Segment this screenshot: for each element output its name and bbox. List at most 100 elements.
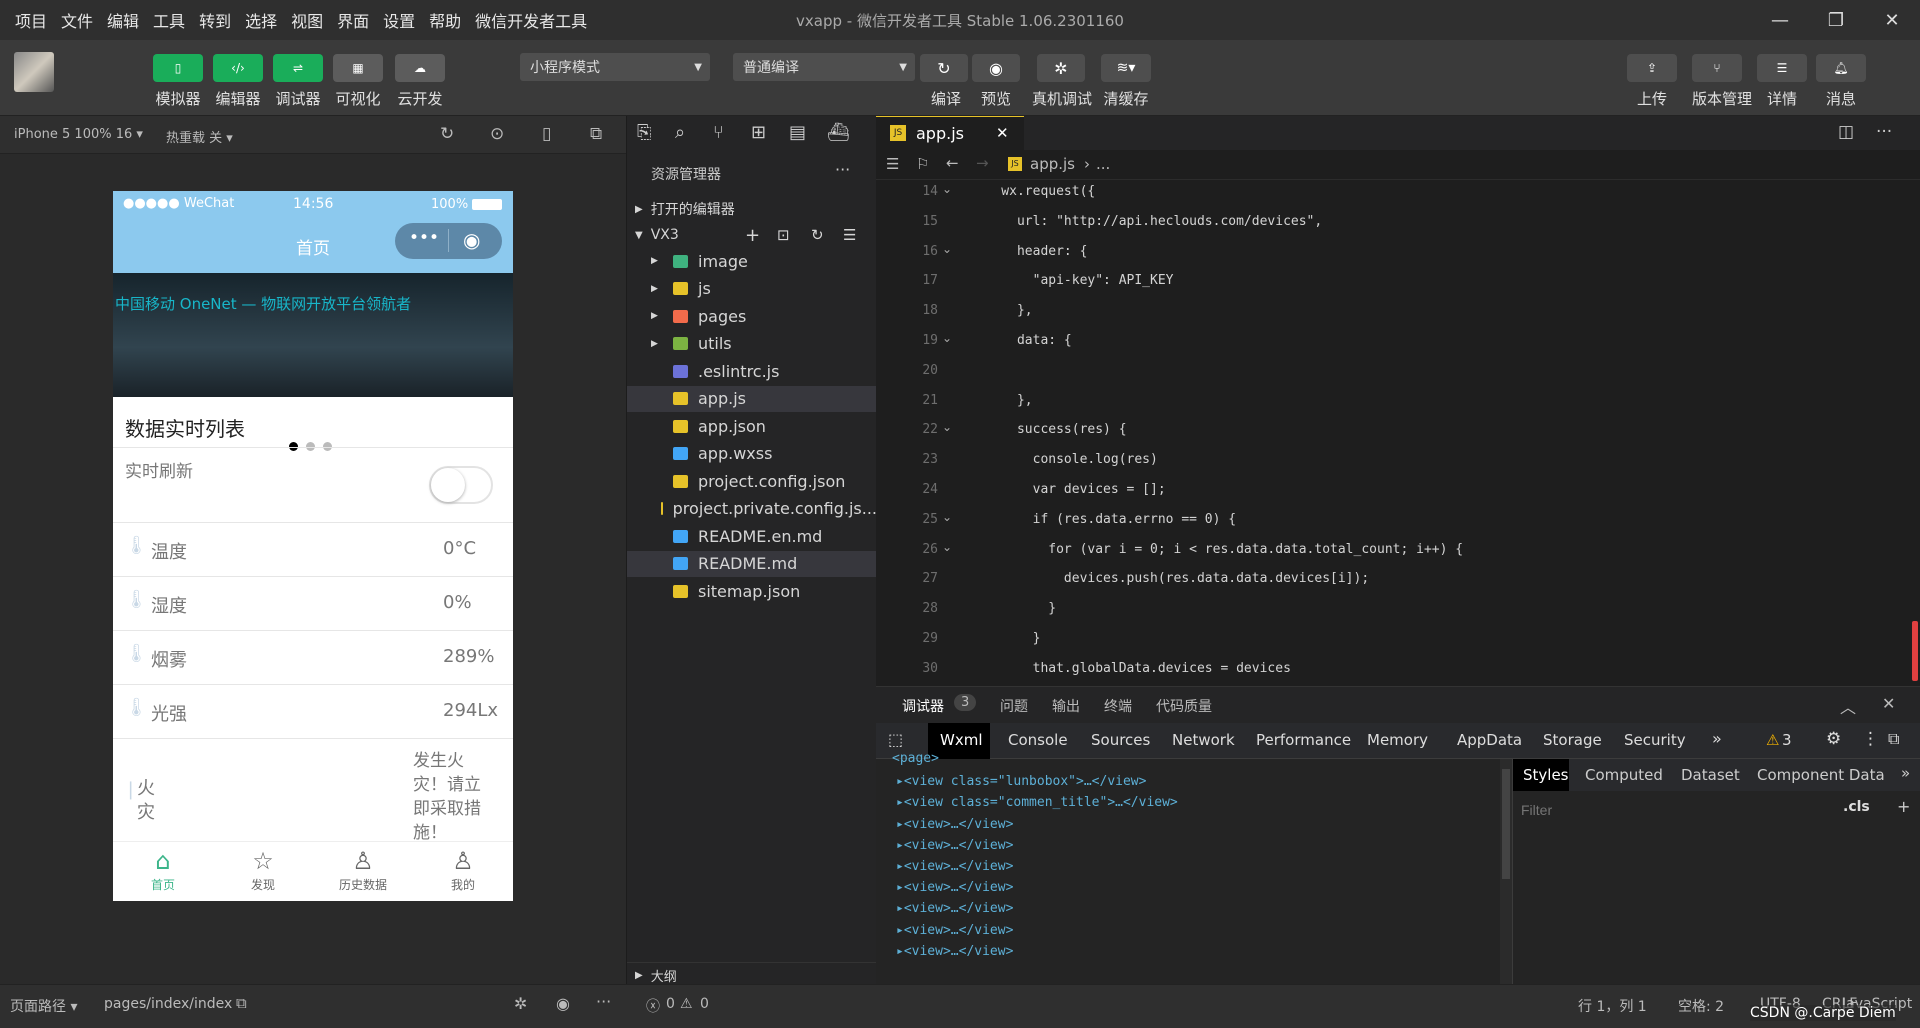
code-area[interactable]: 14 ⌄ wx.request({15 url: "http://api.hecl… xyxy=(876,180,1920,686)
cls-toggle[interactable]: .cls xyxy=(1843,799,1870,815)
collapse-panel-icon[interactable]: ︿ xyxy=(1840,694,1856,718)
folder-item[interactable]: ▶ image xyxy=(627,248,877,274)
forward-icon[interactable]: → xyxy=(976,154,989,172)
minimize-button[interactable]: — xyxy=(1752,0,1808,40)
folder-item[interactable]: ▶ pages xyxy=(627,303,877,329)
debugger-toggle-button[interactable]: ⇌ xyxy=(273,54,323,82)
wxml-scrollbar[interactable] xyxy=(1500,759,1512,985)
visual-toggle-button[interactable]: ▦ xyxy=(333,54,383,82)
wxml-node[interactable]: ▸<view>…</view> xyxy=(896,944,1013,959)
file-item[interactable]: README.en.md xyxy=(627,523,877,549)
wxml-node[interactable]: ▸<view>…</view> xyxy=(896,901,1013,916)
eye-icon[interactable]: ◉ xyxy=(556,994,570,1013)
code-line[interactable]: header: { xyxy=(970,244,1087,259)
close-panel-icon[interactable]: ✕ xyxy=(1882,694,1895,713)
compile-select[interactable]: 普通编译 ▼ xyxy=(733,53,915,81)
breadcrumb-rest[interactable]: ... xyxy=(1096,155,1110,173)
bug-icon[interactable]: ✲ xyxy=(514,994,527,1013)
fold-icon[interactable]: ⌄ xyxy=(942,510,952,524)
tab-history[interactable]: ♙ 历史数据 xyxy=(313,846,413,893)
code-line[interactable]: var devices = []; xyxy=(970,482,1166,497)
code-line[interactable]: console.log(res) xyxy=(970,452,1158,467)
file-item[interactable]: README.md xyxy=(627,550,877,577)
back-icon[interactable]: ← xyxy=(946,154,959,172)
avatar[interactable] xyxy=(14,52,54,92)
code-line[interactable]: success(res) { xyxy=(970,422,1127,437)
hot-reload-select[interactable]: 热重载 关 ▾ xyxy=(166,127,233,146)
docker-icon[interactable]: ⛴︎ xyxy=(827,122,850,143)
tab-home[interactable]: ⌂ 首页 xyxy=(113,846,213,893)
file-item[interactable]: sitemap.json xyxy=(627,578,877,604)
compile-button[interactable]: ↻ xyxy=(920,54,968,82)
wxml-node[interactable]: ▸<view>…</view> xyxy=(896,817,1013,832)
close-tab-icon[interactable]: ✕ xyxy=(996,124,1009,142)
swiper-banner[interactable]: 中国移动 OneNet — 物联网开放平台领航者 xyxy=(113,273,513,397)
maximize-button[interactable]: ❐ xyxy=(1808,0,1864,40)
simulator-toggle-button[interactable]: ▯ xyxy=(153,54,203,82)
tab-computed[interactable]: Computed xyxy=(1585,766,1663,784)
code-line[interactable]: for (var i = 0; i < res.data.data.total_… xyxy=(970,542,1463,557)
remote-debug-button[interactable]: ✲ xyxy=(1037,54,1085,82)
stop-icon[interactable]: ⊙ xyxy=(490,124,504,144)
wxml-node[interactable]: ▸<view>…</view> xyxy=(896,838,1013,853)
gear-icon[interactable]: ⚙ xyxy=(1826,729,1841,749)
tab-storage[interactable]: Storage xyxy=(1543,731,1602,749)
collapse-icon[interactable]: ☰ xyxy=(843,226,856,244)
file-item[interactable]: app.js xyxy=(627,385,877,412)
version-control-button[interactable]: ⑂ xyxy=(1692,54,1742,82)
fold-icon[interactable]: ⌄ xyxy=(942,540,952,554)
tab-console[interactable]: Console xyxy=(1008,731,1068,749)
cloud-dev-button[interactable]: ☁ xyxy=(395,54,445,82)
fold-icon[interactable]: ⌄ xyxy=(942,331,952,345)
add-rule-icon[interactable]: + xyxy=(1897,797,1910,816)
indentation[interactable]: 空格: 2 xyxy=(1678,996,1724,1016)
list-icon[interactable]: ☰ xyxy=(886,155,899,173)
page-path-select[interactable]: 页面路径 ▾ xyxy=(10,996,77,1016)
code-line[interactable]: "api-key": API_KEY xyxy=(970,273,1174,288)
code-line[interactable]: that.globalData.devices = devices xyxy=(970,661,1291,676)
file-item[interactable]: project.private.config.js... xyxy=(627,496,877,522)
more-icon[interactable]: ··· xyxy=(1876,122,1892,142)
upload-button[interactable]: ⇪ xyxy=(1627,54,1677,82)
error-count[interactable]: 0 xyxy=(666,996,675,1012)
bookmark-icon[interactable]: ⚐ xyxy=(916,155,929,173)
tab-performance[interactable]: Performance xyxy=(1256,731,1351,749)
code-line[interactable]: devices.push(res.data.data.devices[i]); xyxy=(970,571,1369,586)
tab-wxml[interactable]: Wxml xyxy=(940,731,983,749)
file-item[interactable]: .eslintrc.js xyxy=(627,358,877,384)
device-select[interactable]: iPhone 5 100% 16 ▾ xyxy=(14,127,143,142)
source-control-icon[interactable]: ⑂ xyxy=(713,122,724,143)
more-tabs-icon[interactable]: » xyxy=(1712,729,1722,748)
tab-appdata[interactable]: AppData xyxy=(1457,731,1522,749)
refresh-icon[interactable]: ↻ xyxy=(811,226,824,244)
file-item[interactable]: app.wxss xyxy=(627,441,877,467)
tab-issues[interactable]: 问题 xyxy=(1000,696,1028,716)
phone-icon[interactable]: ▯ xyxy=(542,124,551,144)
tab-network[interactable]: Network xyxy=(1172,731,1235,749)
new-folder-icon[interactable]: ⊡ xyxy=(777,226,790,244)
extensions-icon[interactable]: ⊞ xyxy=(751,122,766,143)
editor-tab-appjs[interactable]: JS app.js ✕ xyxy=(876,116,1024,150)
code-line[interactable]: wx.request({ xyxy=(970,184,1095,199)
tab-debugger[interactable]: 调试器 xyxy=(902,696,944,716)
more-icon[interactable]: ··· xyxy=(835,160,850,179)
tab-sources[interactable]: Sources xyxy=(1091,731,1150,749)
scrollbar-marker[interactable] xyxy=(1912,621,1918,681)
styles-filter-input[interactable] xyxy=(1517,797,1827,823)
tab-memory[interactable]: Memory xyxy=(1367,731,1428,749)
folder-item[interactable]: ▶ utils xyxy=(627,331,877,357)
code-line[interactable]: if (res.data.errno == 0) { xyxy=(970,512,1237,527)
search-icon[interactable]: ⌕ xyxy=(675,122,685,143)
wxml-node[interactable]: ▸<view class="commen_title">…</view> xyxy=(896,795,1178,810)
tab-discover[interactable]: ☆ 发现 xyxy=(213,846,313,893)
fold-icon[interactable]: ⌄ xyxy=(942,182,952,196)
mode-select[interactable]: 小程序模式 ▼ xyxy=(520,53,710,81)
code-line[interactable]: } xyxy=(970,601,1056,616)
tab-code-quality[interactable]: 代码质量 xyxy=(1156,696,1212,716)
tab-styles[interactable]: Styles xyxy=(1523,766,1569,784)
project-section[interactable]: ▼ VX3 + ⊡ ↻ ☰ xyxy=(627,222,877,248)
code-line[interactable]: } xyxy=(970,631,1041,646)
fold-icon[interactable]: ⌄ xyxy=(942,242,952,256)
more-icon[interactable]: ··· xyxy=(596,992,611,1011)
breadcrumb-file[interactable]: app.js xyxy=(1030,155,1075,173)
